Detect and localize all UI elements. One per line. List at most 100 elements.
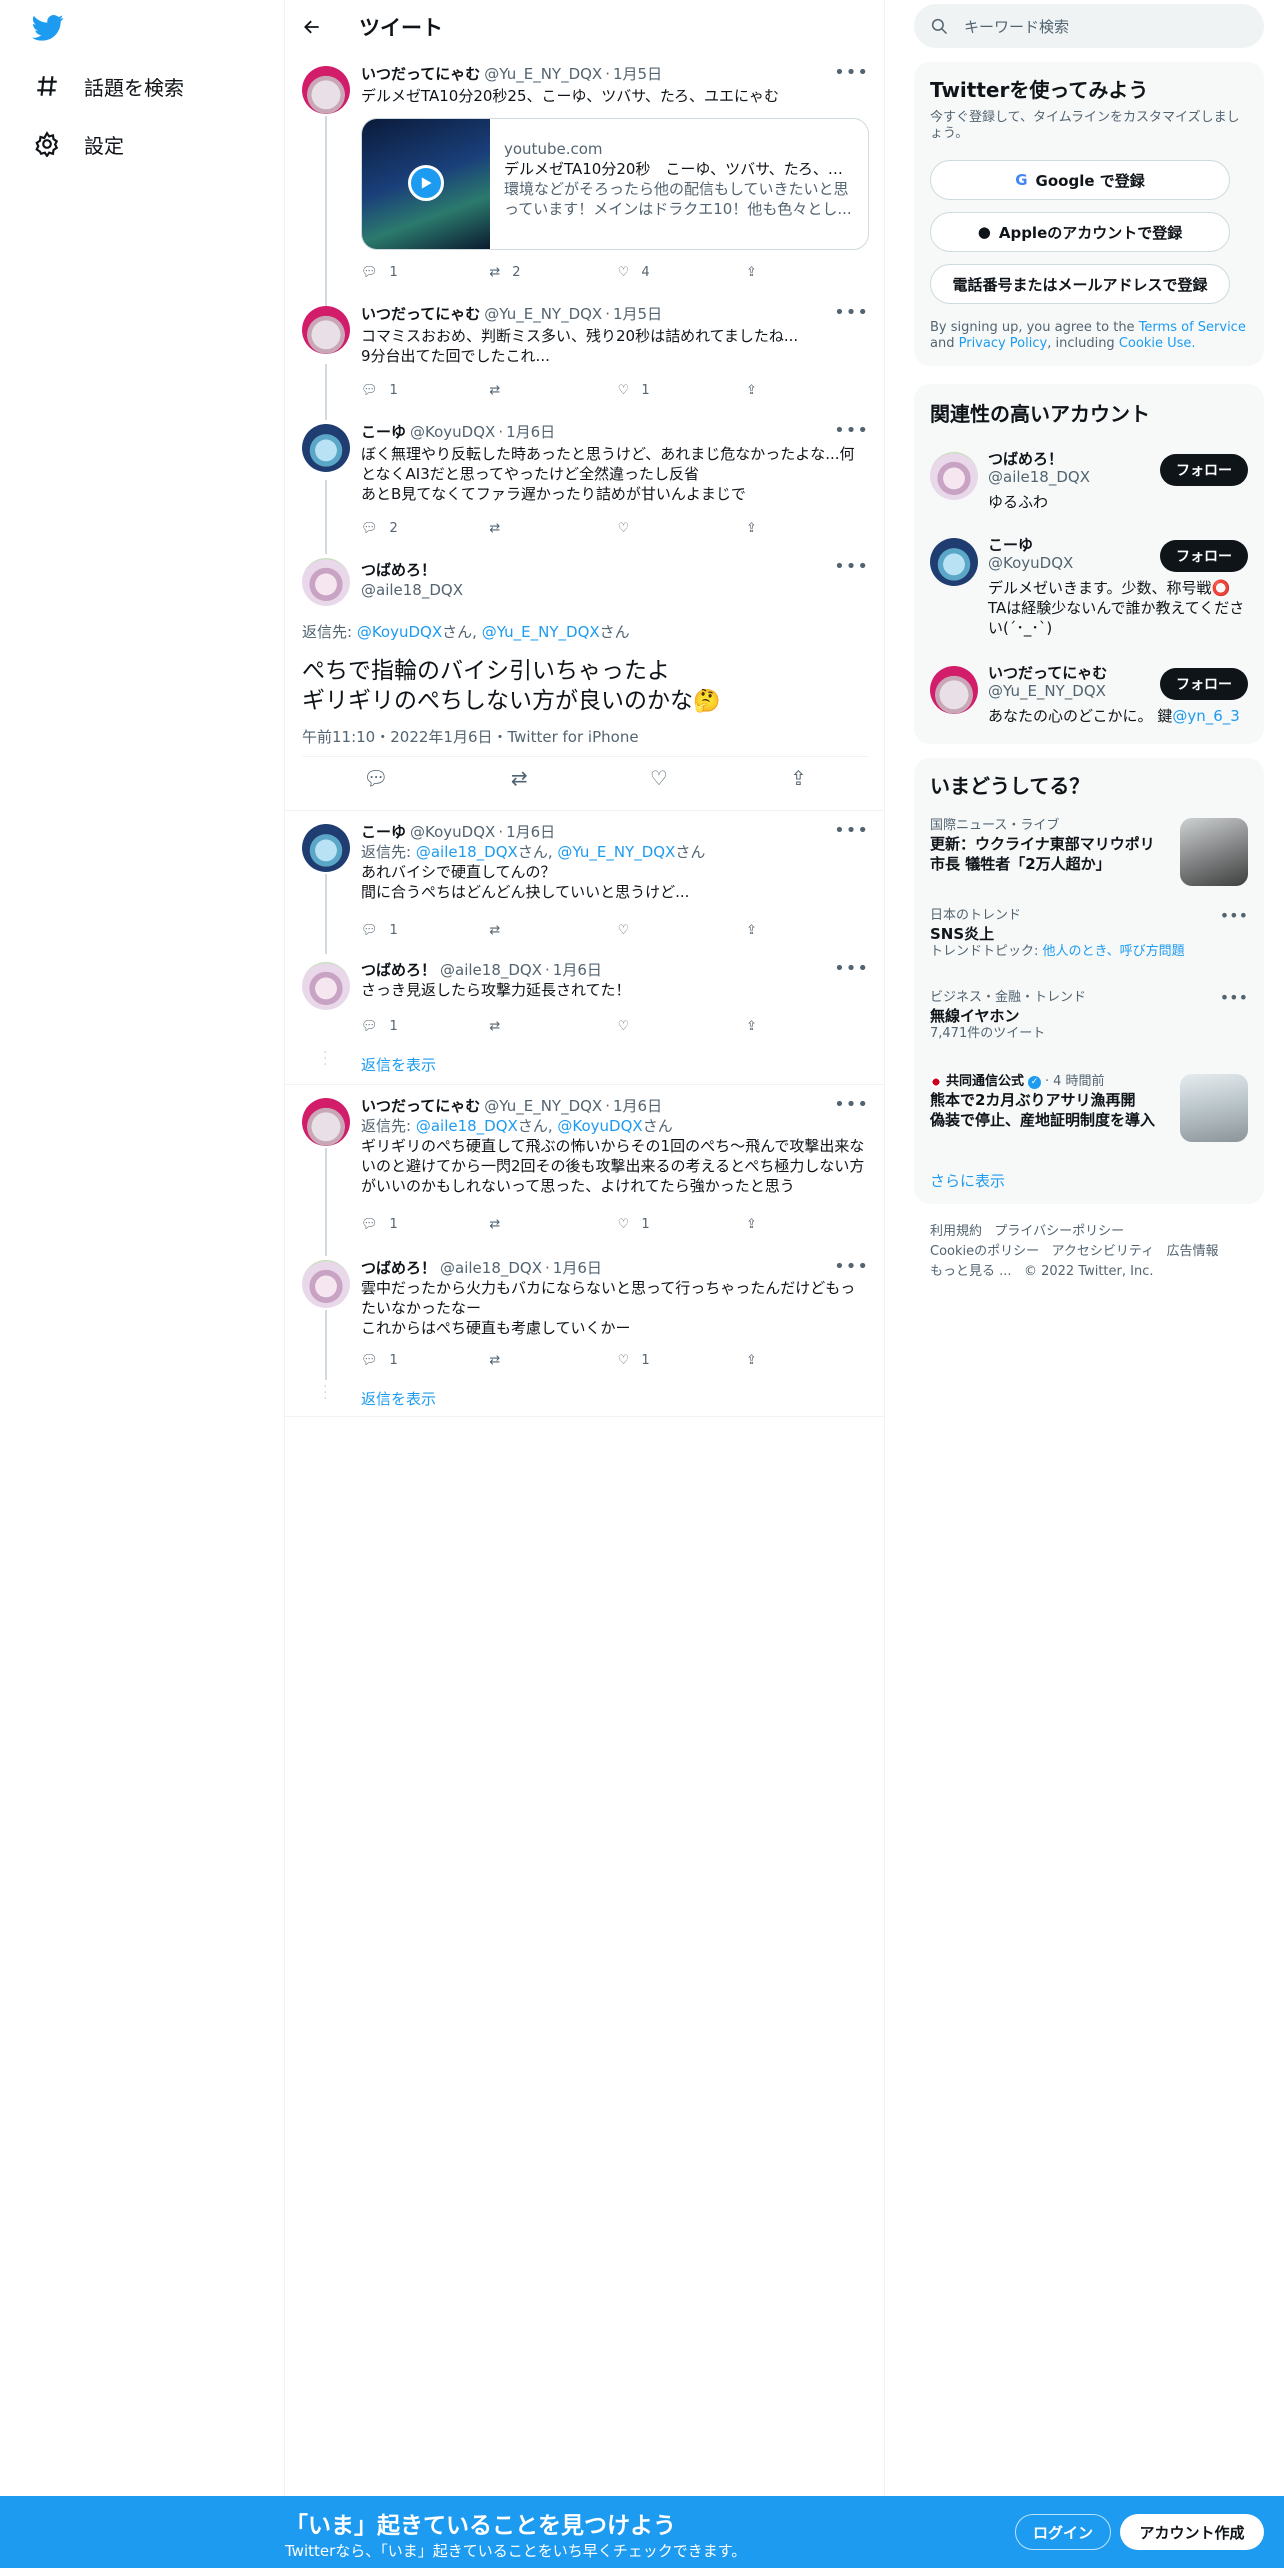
handle[interactable]: @aile18_DQX: [440, 1258, 542, 1278]
tweet-date[interactable]: 1月6日: [506, 822, 555, 842]
account-handle[interactable]: @Yu_E_NY_DQX: [988, 682, 1106, 700]
avatar[interactable]: [930, 538, 978, 586]
tweet[interactable]: ••• いつだってにゃむ @Yu_E_NY_DQX · 1月5日 デルメゼTA1…: [285, 62, 885, 292]
tweet-date[interactable]: 1月5日: [613, 64, 662, 84]
follow-button[interactable]: フォロー: [1160, 540, 1248, 572]
avatar[interactable]: [302, 824, 350, 872]
display-name[interactable]: つばめろ！: [361, 1258, 436, 1278]
reply-tweet[interactable]: ••• つばめろ！ @aile18_DQX · 1月6日 雲中だったから火力もバ…: [285, 1256, 885, 1416]
tweet-date[interactable]: 1月5日: [613, 304, 662, 324]
trend-item[interactable]: 共同通信公式 ✓ · 4 時間前 熊本で2カ月ぶりアサリ漁再開 偽装で停止、産地…: [930, 1074, 1248, 1154]
mention-link[interactable]: @KoyuDQX: [557, 1117, 642, 1135]
handle[interactable]: @aile18_DQX: [361, 580, 869, 600]
tweet-date[interactable]: 1月6日: [506, 422, 555, 442]
bio-link[interactable]: @yn_6_3: [1172, 707, 1239, 725]
search-box[interactable]: キーワード検索: [914, 4, 1264, 48]
retweet-button[interactable]: ⇄: [489, 380, 529, 400]
cookie-link[interactable]: Cookie Use.: [1119, 336, 1196, 351]
like-button[interactable]: ♡ 1: [618, 380, 658, 400]
more-icon[interactable]: •••: [1220, 906, 1248, 925]
tweet-date[interactable]: 1月6日: [553, 960, 602, 980]
show-more-link[interactable]: さらに表示: [930, 1170, 1005, 1191]
like-button[interactable]: ♡: [618, 920, 658, 940]
account-handle[interactable]: @KoyuDQX: [988, 554, 1073, 572]
more-icon[interactable]: •••: [1220, 988, 1248, 1007]
follow-button[interactable]: フォロー: [1160, 668, 1248, 700]
share-button[interactable]: ⇪: [746, 518, 786, 538]
handle[interactable]: @KoyuDQX: [410, 822, 495, 842]
tweet-date[interactable]: 1月6日: [613, 1096, 662, 1116]
retweet-button[interactable]: ⇄: [489, 1350, 529, 1370]
retweet-button[interactable]: ⇄: [489, 920, 529, 940]
share-button[interactable]: ⇪: [746, 380, 786, 400]
apple-signup-button[interactable]: ● Appleのアカウントで登録: [930, 212, 1230, 252]
display-name[interactable]: いつだってにゃむ: [361, 304, 480, 324]
handle[interactable]: @Yu_E_NY_DQX: [484, 1096, 602, 1116]
display-name[interactable]: こーゆ: [361, 422, 406, 442]
share-button[interactable]: ⇪: [746, 1016, 786, 1036]
back-arrow-icon[interactable]: [299, 14, 325, 40]
trend-topic-link[interactable]: 他人のとき、呼び方問題: [1043, 944, 1185, 959]
display-name[interactable]: こーゆ: [361, 822, 406, 842]
reply-button[interactable]: 💬︎ 1: [361, 1016, 401, 1036]
nav-explore[interactable]: 話題を検索: [30, 62, 184, 110]
avatar[interactable]: [930, 666, 978, 714]
account-name[interactable]: こーゆ: [988, 534, 1033, 555]
phone-signup-button[interactable]: 電話番号またはメールアドレスで登録: [930, 264, 1230, 304]
like-button[interactable]: ♡: [618, 1016, 658, 1036]
tweet[interactable]: ••• こーゆ @KoyuDQX · 1月6日 ぼく無理やり反転した時あったと思…: [285, 420, 885, 540]
avatar[interactable]: [302, 1098, 350, 1146]
account-name[interactable]: いつだってにゃむ: [988, 662, 1107, 683]
avatar[interactable]: [302, 1260, 350, 1308]
login-button[interactable]: ログイン: [1015, 2514, 1111, 2550]
share-button[interactable]: ⇪: [746, 262, 786, 282]
trend-item[interactable]: ビジネス・金融・トレンド 無線イヤホン 7,471件のツイート •••: [930, 988, 1248, 1050]
reply-button[interactable]: 💬︎ 1: [361, 262, 401, 282]
search-input[interactable]: キーワード検索: [964, 16, 1069, 37]
like-button[interactable]: ♡ 4: [618, 262, 658, 282]
mention-link[interactable]: @Yu_E_NY_DQX: [557, 843, 675, 861]
display-name[interactable]: いつだってにゃむ: [361, 64, 480, 84]
retweet-icon[interactable]: ⇄: [511, 766, 528, 802]
like-button[interactable]: ♡ 1: [618, 1214, 658, 1234]
mention-link[interactable]: @aile18_DQX: [416, 1117, 518, 1135]
terms-link[interactable]: Terms of Service: [1139, 320, 1246, 335]
reply-button[interactable]: 💬︎ 1: [361, 920, 401, 940]
handle[interactable]: @aile18_DQX: [440, 960, 542, 980]
mention-link[interactable]: @Yu_E_NY_DQX: [482, 623, 600, 641]
reply-button[interactable]: 💬︎ 1: [361, 1214, 401, 1234]
reply-tweet[interactable]: ••• いつだってにゃむ @Yu_E_NY_DQX · 1月6日 返信先: @a…: [285, 1094, 885, 1244]
reply-button[interactable]: 💬︎ 1: [361, 380, 401, 400]
avatar[interactable]: [302, 66, 350, 114]
show-replies-link[interactable]: 返信を表示: [361, 1388, 436, 1409]
tweet[interactable]: ••• いつだってにゃむ @Yu_E_NY_DQX · 1月5日 コマミスおおめ…: [285, 302, 885, 402]
trend-item[interactable]: 国際ニュース・ライブ 更新：ウクライナ東部マリウポリ市長 犠牲者「2万人超か」: [930, 818, 1248, 888]
reply-icon[interactable]: 💬︎: [363, 766, 388, 802]
share-icon[interactable]: ⇪: [790, 766, 807, 802]
retweet-button[interactable]: ⇄: [489, 1016, 529, 1036]
retweet-button[interactable]: ⇄: [489, 1214, 529, 1234]
reply-button[interactable]: 💬︎ 2: [361, 518, 401, 538]
link-card[interactable]: youtube.com デルメゼTA10分20秒 こーゆ、ツバサ、たろ、ユ...…: [361, 118, 869, 250]
mention-link[interactable]: @KoyuDQX: [357, 623, 442, 641]
footer-more-link[interactable]: もっと見る ...: [930, 1264, 1012, 1279]
account-handle[interactable]: @aile18_DQX: [988, 468, 1090, 486]
handle[interactable]: @Yu_E_NY_DQX: [484, 64, 602, 84]
display-name[interactable]: つばめろ！: [361, 560, 436, 580]
twitter-logo-icon[interactable]: [32, 14, 64, 42]
avatar[interactable]: [302, 558, 350, 606]
heart-icon[interactable]: ♡: [650, 766, 668, 802]
footer-link[interactable]: Cookieのポリシー: [930, 1244, 1039, 1259]
avatar[interactable]: [930, 452, 978, 500]
tweet-date[interactable]: 1月6日: [553, 1258, 602, 1278]
footer-link[interactable]: 広告情報: [1167, 1244, 1219, 1259]
footer-link[interactable]: プライバシーポリシー: [994, 1224, 1124, 1239]
follow-button[interactable]: フォロー: [1160, 454, 1248, 486]
avatar[interactable]: [302, 424, 350, 472]
privacy-link[interactable]: Privacy Policy: [959, 336, 1048, 351]
share-button[interactable]: ⇪: [746, 920, 786, 940]
google-signup-button[interactable]: G Google で登録: [930, 160, 1230, 200]
trend-item[interactable]: 日本のトレンド SNS炎上 トレンドトピック: 他人のとき、呼び方問題 •••: [930, 906, 1248, 968]
play-icon[interactable]: [408, 165, 444, 201]
reply-tweet[interactable]: ••• こーゆ @KoyuDQX · 1月6日 返信先: @aile18_DQX…: [285, 820, 885, 950]
